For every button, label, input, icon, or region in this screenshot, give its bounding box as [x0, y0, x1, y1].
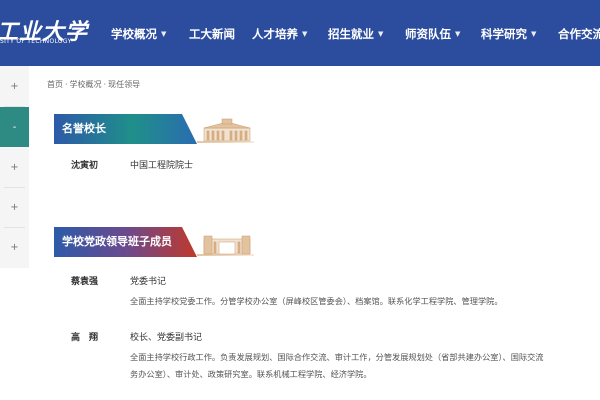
- breadcrumb-overview[interactable]: 学校概况: [70, 80, 102, 89]
- person-title: 校长、党委副书记: [130, 333, 203, 343]
- chevron-down-icon: ▼: [531, 30, 537, 38]
- person-name: 高 翔: [71, 333, 99, 343]
- person-duties: 务办公室）、审计处、政策研究室。联系机械工程学院、经济学院。: [130, 369, 372, 379]
- section-banner-leadership: 学校党政领导班子成员: [54, 227, 254, 257]
- plus-icon[interactable]: +: [0, 187, 29, 227]
- section-title: 名誉校长: [62, 122, 106, 135]
- nav-item-label: 学校概况: [111, 27, 157, 41]
- site-header: 工业大学 SITY OF TECHNOLOGY 学校概况 ▼ 工大新闻 人才培养…: [0, 0, 600, 66]
- plus-icon[interactable]: +: [0, 66, 29, 106]
- person-name: 蔡袁强: [71, 277, 99, 287]
- person-duties: 全面主持学校行政工作。负责发展规划、国际合作交流、审计工作，分管发展规划处（省部…: [130, 352, 544, 362]
- logo-english: SITY OF TECHNOLOGY: [0, 38, 72, 45]
- nav-item-faculty[interactable]: 师资队伍 ▼: [405, 26, 460, 42]
- nav-item-news[interactable]: 工大新闻: [189, 26, 235, 42]
- person-title: 党委书记: [130, 277, 167, 287]
- chevron-down-icon: ▼: [455, 30, 461, 38]
- plus-icon[interactable]: +: [0, 227, 29, 267]
- person-duties: 全面主持学校党委工作。分管学校办公室（屏峰校区管委会）、档案馆。联系化学工程学院…: [130, 296, 503, 306]
- person-name: 沈寅初: [71, 161, 99, 171]
- breadcrumb: 首页 · 学校概况 · 现任领导: [47, 79, 140, 90]
- person-title: 中国工程院院士: [130, 161, 194, 171]
- nav-item-admissions[interactable]: 招生就业 ▼: [328, 26, 383, 42]
- breadcrumb-home[interactable]: 首页: [47, 80, 63, 89]
- breadcrumb-separator: ·: [103, 80, 107, 89]
- chevron-down-icon: ▼: [378, 30, 384, 38]
- breadcrumb-separator: ·: [65, 80, 68, 89]
- nav-item-cooperation[interactable]: 合作交流: [558, 26, 600, 42]
- nav-item-label: 工大新闻: [189, 27, 235, 41]
- nav-item-education[interactable]: 人才培养 ▼: [252, 26, 307, 42]
- nav-item-research[interactable]: 科学研究 ▼: [481, 26, 536, 42]
- nav-item-label: 科学研究: [481, 27, 527, 41]
- chevron-down-icon: ▼: [161, 30, 167, 38]
- nav-item-label: 招生就业: [328, 27, 374, 41]
- nav-item-label: 师资队伍: [405, 27, 451, 41]
- nav-item-overview[interactable]: 学校概况 ▼: [111, 26, 166, 42]
- minus-icon[interactable]: -: [0, 107, 29, 147]
- section-banner-honorary-president: 名誉校长: [54, 114, 254, 144]
- nav-item-label: 合作交流: [558, 27, 600, 41]
- breadcrumb-current: 现任领导: [108, 80, 141, 89]
- plus-icon[interactable]: +: [0, 147, 29, 187]
- chevron-down-icon: ▼: [302, 30, 308, 38]
- side-menu: + - + + +: [0, 66, 29, 268]
- section-title: 学校党政领导班子成员: [62, 235, 172, 248]
- nav-item-label: 人才培养: [252, 27, 298, 41]
